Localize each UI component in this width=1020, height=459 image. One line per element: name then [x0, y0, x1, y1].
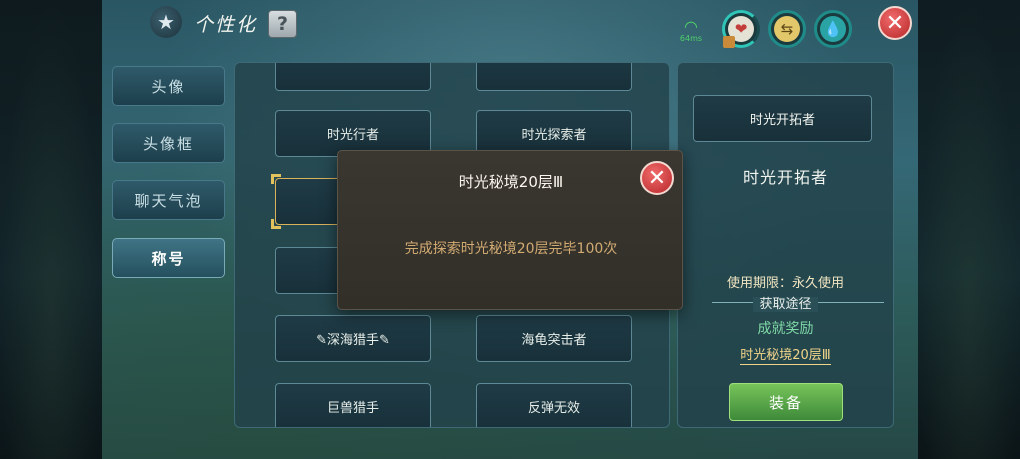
source-heading: 获取途径 [677, 293, 894, 312]
help-button[interactable]: ? [268, 10, 297, 38]
title-info-dialog: 时光秘境20层Ⅲ 完成探索时光秘境20层完毕100次 ✕ [337, 150, 683, 310]
tab-avatar-frame[interactable]: 头像框 [112, 123, 225, 163]
exchange-status[interactable]: ⇆ [768, 10, 806, 48]
exchange-icon: ⇆ [774, 16, 800, 42]
network-indicator: ◠ 64ms [676, 17, 706, 46]
title-card[interactable] [275, 63, 431, 91]
water-status[interactable]: 💧 [814, 10, 852, 48]
title-card[interactable]: 海龟突击者 [476, 315, 632, 362]
title-card[interactable]: ✎深海猎手✎ [275, 315, 431, 362]
source-type: 成就奖励 [757, 321, 814, 337]
wifi-icon: ◠ [684, 17, 698, 36]
usage-period: 使用期限：永久使用 [726, 276, 844, 291]
personalize-icon: ★ [150, 6, 182, 38]
selection-corner [271, 174, 281, 184]
source-heading-text: 获取途径 [753, 297, 818, 312]
title-card[interactable] [476, 63, 632, 91]
right-letterbox [918, 0, 1020, 459]
title-card[interactable]: 反弹无效 [476, 383, 632, 427]
tab-chat-bubble[interactable]: 聊天气泡 [112, 180, 225, 220]
selection-corner [271, 219, 281, 229]
dialog-title: 时光秘境20层Ⅲ [458, 173, 564, 191]
title-card[interactable]: 巨兽猎手 [275, 383, 431, 427]
tab-avatar[interactable]: 头像 [112, 66, 225, 106]
source-link-text[interactable]: 时光秘境20层Ⅲ [740, 348, 831, 365]
ping-text: 64ms [679, 34, 703, 43]
close-button[interactable]: ✕ [878, 6, 912, 40]
lock-icon [723, 36, 735, 48]
tab-title[interactable]: 称号 [112, 238, 225, 278]
dialog-description: 完成探索时光秘境20层完毕100次 [404, 241, 618, 257]
detail-title-name: 时光开拓者 [742, 168, 828, 187]
equip-button[interactable]: 装备 [729, 383, 843, 421]
left-letterbox [0, 0, 102, 459]
page-title: 个性化 [194, 14, 258, 36]
source-link[interactable]: 时光秘境20层Ⅲ [677, 344, 894, 365]
dialog-close-button[interactable]: ✕ [640, 161, 674, 195]
detail-title-card: 时光开拓者 [693, 95, 872, 142]
health-status[interactable]: ❤ [722, 10, 760, 48]
water-drop-icon: 💧 [820, 16, 846, 42]
